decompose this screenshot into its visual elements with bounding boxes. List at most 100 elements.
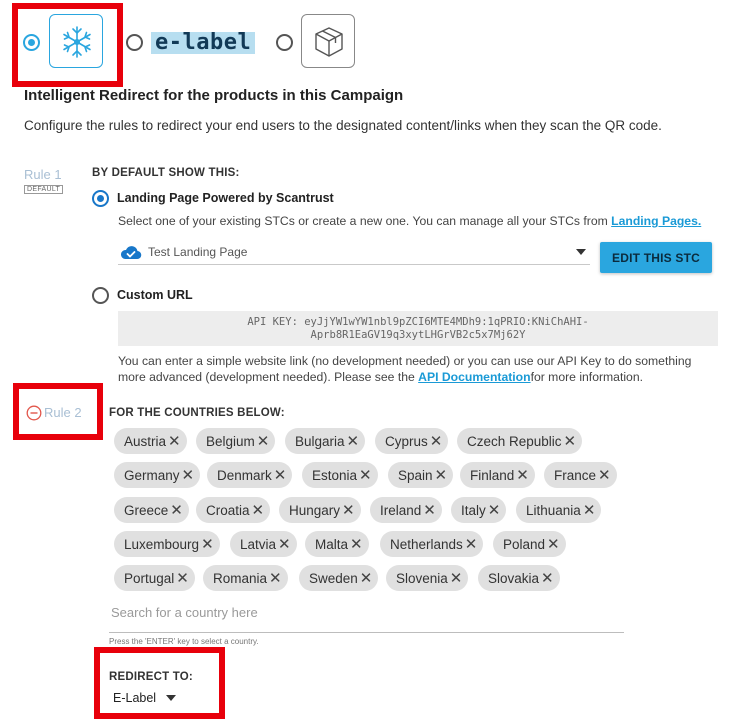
page-title: Intelligent Redirect for the products in…	[24, 87, 404, 104]
country-chip[interactable]: Bulgaria ✕	[285, 428, 366, 454]
country-chip-label: Denmark	[217, 467, 272, 483]
redirect-select[interactable]: E-Label	[113, 691, 156, 705]
country-chip[interactable]: Austria ✕	[114, 428, 187, 454]
country-chip-label: France	[554, 467, 597, 483]
api-description: You can enter a simple website link (no …	[118, 354, 718, 385]
chip-remove-icon[interactable]: ✕	[583, 503, 596, 518]
country-chip[interactable]: Slovenia ✕	[386, 565, 469, 591]
custom-url-option-label[interactable]: Custom URL	[117, 288, 193, 302]
country-chip[interactable]: Luxembourg ✕	[114, 531, 220, 557]
country-chip-label: Estonia	[312, 467, 358, 483]
chip-remove-icon[interactable]: ✕	[274, 468, 287, 483]
api-key-line-2: Aprb8R1EaGV19q3xytLHGrVB2c5x7Mj62Y	[310, 329, 526, 341]
redirect-select-value: E-Label	[113, 691, 157, 705]
country-chip-label: Italy	[461, 502, 486, 518]
chip-remove-icon[interactable]: ✕	[278, 537, 291, 552]
redirect-select-caret-icon[interactable]	[166, 695, 176, 701]
api-key-line-1: API KEY: eyJjYW1wYW1nbl9pZCI6MTE4MDh9:1q…	[247, 316, 589, 328]
landing-page-option-label[interactable]: Landing Page Powered by Scantrust	[117, 191, 334, 205]
country-chip[interactable]: Hungary ✕	[279, 497, 361, 523]
chip-remove-icon[interactable]: ✕	[269, 571, 282, 586]
chip-remove-icon[interactable]: ✕	[516, 468, 529, 483]
country-chip[interactable]: Romania ✕	[203, 565, 288, 591]
type-option-package[interactable]	[301, 14, 355, 68]
landing-pages-link[interactable]: Landing Pages.	[611, 214, 701, 228]
chip-remove-icon[interactable]: ✕	[201, 537, 214, 552]
rule-1-label: Rule 1	[24, 167, 62, 182]
chip-remove-icon[interactable]: ✕	[598, 468, 611, 483]
country-chip[interactable]: Spain ✕	[388, 462, 454, 488]
country-chip-label: Croatia	[206, 502, 250, 518]
country-chip[interactable]: Finland ✕	[460, 462, 535, 488]
country-chip[interactable]: Slovakia ✕	[478, 565, 560, 591]
chip-remove-icon[interactable]: ✕	[430, 434, 443, 449]
chip-remove-icon[interactable]: ✕	[342, 503, 355, 518]
country-chip[interactable]: Malta ✕	[305, 531, 369, 557]
custom-url-radio[interactable]	[92, 287, 109, 304]
country-chip[interactable]: Poland ✕	[493, 531, 566, 557]
country-chip-label: Czech Republic	[467, 433, 562, 449]
country-chip[interactable]: Germany ✕	[114, 462, 201, 488]
minus-circle-icon[interactable]	[26, 405, 42, 421]
country-chip[interactable]: Portugal ✕	[114, 565, 195, 591]
country-chip[interactable]: Lithuania ✕	[516, 497, 602, 523]
type-radio-package[interactable]	[276, 34, 293, 51]
chip-remove-icon[interactable]: ✕	[360, 571, 373, 586]
country-chip-label: Slovakia	[488, 570, 540, 586]
country-chip[interactable]: Sweden ✕	[299, 565, 379, 591]
country-chip[interactable]: Croatia ✕	[196, 497, 271, 523]
country-chip[interactable]: Latvia ✕	[230, 531, 297, 557]
type-radio-elabel[interactable]	[126, 34, 143, 51]
chip-remove-icon[interactable]: ✕	[176, 571, 189, 586]
country-chip[interactable]: Cyprus ✕	[375, 428, 449, 454]
chip-remove-icon[interactable]: ✕	[450, 571, 463, 586]
chip-remove-icon[interactable]: ✕	[564, 434, 577, 449]
country-chip[interactable]: Ireland ✕	[370, 497, 442, 523]
country-chip-label: Latvia	[240, 536, 277, 552]
stc-select-value: Test Landing Page	[148, 245, 248, 259]
country-chip-label: Portugal	[124, 570, 175, 586]
chip-remove-icon[interactable]: ✕	[350, 537, 363, 552]
chip-remove-icon[interactable]: ✕	[168, 434, 181, 449]
chip-remove-icon[interactable]: ✕	[347, 434, 360, 449]
chip-remove-icon[interactable]: ✕	[547, 537, 560, 552]
country-chip[interactable]: Netherlands ✕	[380, 531, 484, 557]
country-chip[interactable]: Czech Republic ✕	[457, 428, 583, 454]
country-chip[interactable]: Belgium ✕	[196, 428, 276, 454]
chip-remove-icon[interactable]: ✕	[182, 468, 195, 483]
api-description-line-1: You can enter a simple website link (no …	[118, 354, 692, 368]
type-radio-snowflake[interactable]	[23, 34, 40, 51]
chip-remove-icon[interactable]: ✕	[435, 468, 448, 483]
chip-remove-icon[interactable]: ✕	[257, 434, 270, 449]
chip-remove-icon[interactable]: ✕	[359, 468, 372, 483]
country-chip[interactable]: Estonia ✕	[302, 462, 378, 488]
country-chip-label: Poland	[503, 536, 546, 552]
chip-remove-icon[interactable]: ✕	[252, 503, 265, 518]
country-chip-label: Belgium	[206, 433, 255, 449]
country-chip-label: Spain	[398, 467, 433, 483]
api-documentation-link[interactable]: API Documentation	[418, 370, 530, 384]
type-option-snowflake[interactable]	[49, 14, 103, 68]
default-tag: DEFAULT	[24, 185, 64, 194]
landing-page-radio[interactable]	[92, 190, 109, 207]
country-chip[interactable]: Denmark ✕	[207, 462, 293, 488]
country-chip-label: Luxembourg	[124, 536, 200, 552]
chip-remove-icon[interactable]: ✕	[488, 503, 501, 518]
elabel-logo[interactable]: e-label	[151, 32, 256, 54]
country-chip[interactable]: Greece ✕	[114, 497, 189, 523]
country-search-input[interactable]	[111, 602, 611, 622]
rule-2-heading: FOR THE COUNTRIES BELOW:	[109, 407, 285, 419]
country-chip-label: Netherlands	[390, 536, 463, 552]
api-key-box[interactable]: API KEY: eyJjYW1wYW1nbl9pZCI6MTE4MDh9:1q…	[118, 311, 718, 346]
country-chip-label: Sweden	[309, 570, 358, 586]
chip-remove-icon[interactable]: ✕	[465, 537, 478, 552]
chip-remove-icon[interactable]: ✕	[541, 571, 554, 586]
chip-remove-icon[interactable]: ✕	[170, 503, 183, 518]
redirect-heading: REDIRECT TO:	[109, 671, 193, 683]
country-chip-label: Lithuania	[526, 502, 581, 518]
country-chip[interactable]: France ✕	[544, 462, 617, 488]
stc-select-caret-icon[interactable]	[576, 249, 586, 255]
country-chip[interactable]: Italy ✕	[451, 497, 507, 523]
chip-remove-icon[interactable]: ✕	[423, 503, 436, 518]
edit-stc-button[interactable]: EDIT THIS STC	[600, 242, 712, 273]
